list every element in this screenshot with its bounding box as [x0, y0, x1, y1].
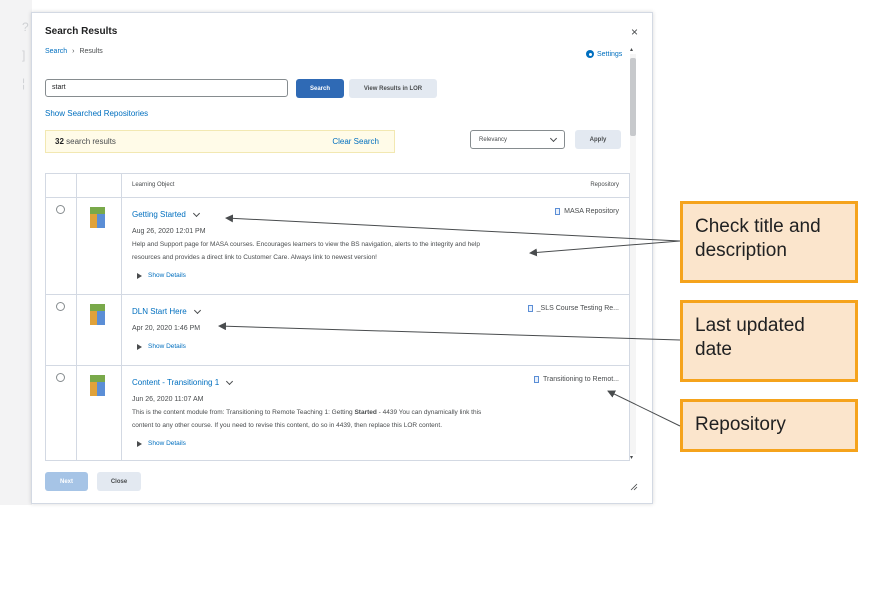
table-row: DLN Start Here Apr 20, 2020 1:46 PM Show…: [46, 294, 629, 366]
show-details-label: Show Details: [148, 272, 186, 279]
description-line: Help and Support page for MASA courses. …: [132, 241, 480, 248]
repository-name: Transitioning to Remot...: [543, 376, 619, 383]
title-text[interactable]: Content - Transitioning 1: [132, 378, 219, 387]
chevron-down-icon: [549, 134, 558, 142]
results-summary: 32 search results Clear Search: [45, 130, 395, 153]
settings-label: Settings: [597, 50, 623, 58]
results-count: 32: [55, 137, 64, 146]
learning-object-description: This is the content module from: Transit…: [132, 406, 552, 432]
scroll-down-icon[interactable]: ▾: [630, 454, 633, 461]
description-line: resources and provides a direct link to …: [132, 254, 377, 261]
chevron-down-icon[interactable]: [193, 306, 201, 314]
title-text[interactable]: DLN Start Here: [132, 307, 187, 316]
background-icon: ¦: [22, 76, 26, 90]
last-updated-date: Jun 26, 2020 11:07 AM: [132, 396, 204, 403]
caret-right-icon: [137, 440, 142, 447]
repository-cell: _SLS Course Testing Re...: [527, 305, 619, 312]
header-learning-object: Learning Object: [132, 182, 175, 188]
repository-cell: Transitioning to Remot...: [534, 376, 619, 383]
results-count-text: 32 search results: [55, 137, 116, 146]
show-details-toggle[interactable]: Show Details: [137, 272, 186, 279]
search-button[interactable]: Search: [296, 79, 344, 98]
chevron-down-icon[interactable]: [226, 377, 234, 385]
callout-repository: Repository: [680, 399, 858, 452]
show-searched-repositories-link[interactable]: Show Searched Repositories: [45, 109, 148, 118]
learning-object-description: Help and Support page for MASA courses. …: [132, 238, 552, 264]
description-text: This is the content module from: Transit…: [132, 409, 355, 416]
results-scrollbar[interactable]: ▴ ▾: [629, 46, 637, 464]
description-line: content to any other course. If you need…: [132, 422, 443, 429]
resize-handle-icon[interactable]: [630, 483, 638, 491]
chevron-down-icon[interactable]: [192, 209, 200, 217]
description-line: This is the content module from: Transit…: [132, 406, 552, 419]
last-updated-date: Apr 20, 2020 1:46 PM: [132, 325, 201, 332]
breadcrumb-separator: ›: [72, 48, 75, 55]
document-icon: [555, 208, 561, 215]
breadcrumb-current: Results: [79, 48, 103, 55]
table-row: Content - Transitioning 1 Jun 26, 2020 1…: [46, 365, 629, 460]
learning-object-thumbnail: [90, 375, 105, 396]
document-icon: [534, 376, 539, 383]
last-updated-date: Aug 26, 2020 12:01 PM: [132, 228, 206, 235]
caret-right-icon: [137, 343, 142, 350]
learning-object-thumbnail: [90, 207, 105, 228]
sort-select[interactable]: Relevancy: [470, 130, 565, 149]
background-page: [0, 0, 32, 505]
caret-right-icon: [137, 272, 142, 279]
show-details-toggle[interactable]: Show Details: [137, 440, 186, 447]
description-highlight: Started: [354, 409, 377, 416]
results-table: Learning Object Repository Getting Start…: [45, 173, 630, 461]
repository-name: _SLS Course Testing Re...: [536, 305, 619, 312]
description-text: - 4439 You can dynamically link this: [376, 409, 482, 416]
learning-object-title[interactable]: Content - Transitioning 1: [132, 377, 234, 387]
close-button[interactable]: Close: [97, 472, 141, 491]
background-icon: ]: [22, 48, 26, 62]
table-row: Getting Started Aug 26, 2020 12:01 PM He…: [46, 197, 629, 295]
clear-search-link[interactable]: Clear Search: [332, 137, 379, 146]
view-results-in-lor-button[interactable]: View Results in LOR: [349, 79, 437, 98]
show-details-label: Show Details: [148, 440, 186, 447]
callout-check-title: Check title and description: [680, 201, 858, 283]
document-icon: [527, 305, 533, 312]
apply-button[interactable]: Apply: [575, 130, 621, 149]
row-select-radio[interactable]: [56, 373, 65, 382]
table-header: Learning Object Repository: [46, 174, 629, 198]
dialog-title: Search Results: [45, 26, 118, 37]
breadcrumb: Search › Results: [45, 48, 103, 55]
row-select-radio[interactable]: [56, 302, 65, 311]
search-input[interactable]: start: [45, 79, 288, 97]
next-button[interactable]: Next: [45, 472, 88, 491]
show-details-toggle[interactable]: Show Details: [137, 343, 186, 350]
header-repository: Repository: [590, 182, 619, 188]
breadcrumb-search-link[interactable]: Search: [45, 48, 67, 55]
repository-name: MASA Repository: [564, 208, 619, 215]
sort-value: Relevancy: [479, 136, 508, 143]
callout-last-updated: Last updated date: [680, 300, 858, 382]
settings-link[interactable]: Settings: [586, 50, 622, 58]
repository-cell: MASA Repository: [555, 208, 619, 215]
scroll-up-icon[interactable]: ▴: [630, 46, 633, 53]
learning-object-title[interactable]: DLN Start Here: [132, 306, 201, 316]
scrollbar-thumb[interactable]: [630, 58, 636, 136]
search-results-dialog: Search Results × Search › Results Settin…: [31, 12, 653, 504]
title-text[interactable]: Getting Started: [132, 210, 186, 219]
learning-object-title[interactable]: Getting Started: [132, 209, 200, 219]
show-details-label: Show Details: [148, 343, 186, 350]
background-icon: ?: [22, 20, 29, 34]
close-icon[interactable]: ×: [631, 25, 638, 39]
learning-object-thumbnail: [90, 304, 105, 325]
row-select-radio[interactable]: [56, 205, 65, 214]
results-count-suffix: search results: [63, 137, 116, 146]
gear-icon: [586, 50, 594, 58]
